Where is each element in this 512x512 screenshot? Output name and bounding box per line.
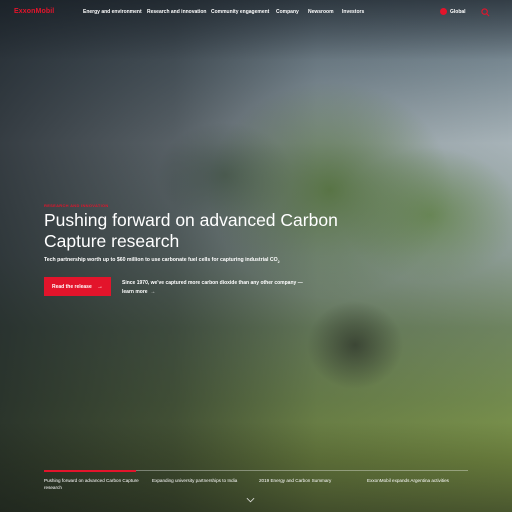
carousel-item-university-india[interactable]: Expanding university partnerships to Ind… <box>152 477 252 484</box>
nav-company[interactable]: Company <box>276 9 299 15</box>
capture-fact-text: Since 1970, we've captured more carbon d… <box>122 280 303 286</box>
carousel-item-carbon-capture[interactable]: Pushing forward on advanced Carbon Captu… <box>44 477 139 491</box>
capture-fact: Since 1970, we've captured more carbon d… <box>122 279 322 296</box>
search-icon[interactable] <box>481 8 490 17</box>
hero-subhead-subscript: 2 <box>277 260 280 265</box>
read-release-label: Read the release <box>52 283 92 290</box>
learn-more-label: learn more <box>122 288 148 295</box>
read-release-button[interactable]: Read the release → <box>44 277 111 296</box>
hero-subhead: Tech partnership worth up to $60 million… <box>44 257 280 264</box>
nav-community-engagement[interactable]: Community engagement <box>211 9 269 15</box>
nav-investors[interactable]: Investors <box>342 9 364 15</box>
footer-gradient <box>0 422 512 512</box>
globe-icon <box>440 8 447 15</box>
nav-energy-and-environment[interactable]: Energy and environment <box>83 9 142 15</box>
arrow-right-icon: → <box>97 283 103 290</box>
site-header: ExxonMobil Energy and environment Resear… <box>0 0 512 26</box>
hero-eyebrow: RESEARCH AND INNOVATION <box>44 203 109 208</box>
carousel-item-energy-carbon-summary[interactable]: 2019 Energy and Carbon Summary <box>259 477 359 484</box>
arrow-right-icon: → <box>150 288 156 295</box>
region-selector[interactable]: Global <box>440 8 466 15</box>
hero-headline: Pushing forward on advanced Carbon Captu… <box>44 210 338 251</box>
hero-subhead-text: Tech partnership worth up to $60 million… <box>44 257 278 263</box>
chevron-down-icon[interactable] <box>246 497 255 503</box>
learn-more-link[interactable]: learn more → <box>122 289 155 295</box>
nav-research-and-innovation[interactable]: Research and innovation <box>147 9 206 15</box>
carousel-item-argentina[interactable]: ExxonMobil expands Argentina activities <box>367 477 468 484</box>
carousel-active-indicator <box>44 470 136 472</box>
exxonmobil-logo[interactable]: ExxonMobil <box>14 8 54 15</box>
region-label: Global <box>450 8 466 15</box>
nav-newsroom[interactable]: Newsroom <box>308 9 334 15</box>
